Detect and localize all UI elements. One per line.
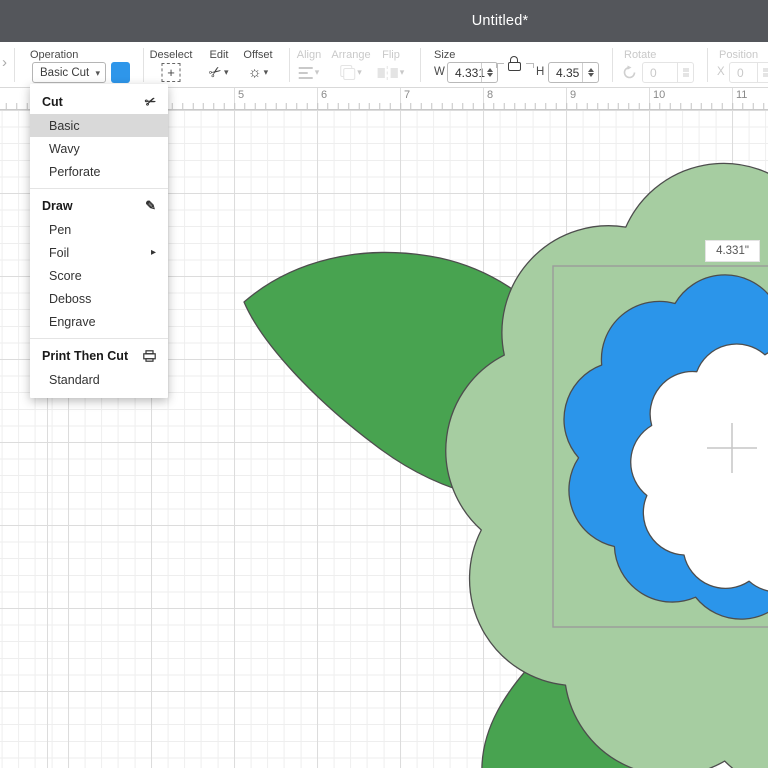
menu-item-standard[interactable]: Standard [30,368,168,391]
width-field[interactable] [447,62,498,83]
menu-item-score[interactable]: Score [30,264,168,287]
divider [707,48,708,82]
lock-bracket [526,63,534,68]
size-label: Size [434,49,455,61]
position-x-field [729,62,768,83]
chevron-down-icon: ▾ [264,67,269,78]
rotate-label: Rotate [624,49,656,61]
arrange-button: ▾ [340,62,362,83]
rotate-icon [622,65,637,80]
menu-item-perforate[interactable]: Perforate [30,160,168,183]
offset-button[interactable]: ☼ ▾ [248,62,268,83]
ruler-number: 9 [570,89,576,101]
arrange-icon [340,65,355,80]
operation-label: Operation [30,49,78,61]
operation-select[interactable]: Basic Cut ▾ [32,62,106,83]
divider [143,48,144,82]
deselect-label: Deselect [150,49,193,61]
operation-value: Basic Cut [40,67,89,79]
height-label: H [536,66,544,78]
ruler-number: 7 [404,89,410,101]
scissors-pencil-icon: ✂ [206,63,225,83]
document-title: Untitled* [472,13,529,29]
ruler-number: 6 [321,89,327,101]
align-label: Align [297,49,321,61]
flip-label: Flip [382,49,400,61]
flip-button: ▾ [378,62,405,83]
edit-toolbar: › Operation Basic Cut ▾ Deselect + Edit … [0,42,768,88]
menu-header-print-then-cut: Print Then Cut [30,343,168,368]
lock-bracket [496,63,504,68]
rotate-field [642,62,694,83]
submenu-arrow-icon: ▸ [151,247,156,258]
chevron-down-icon: ▾ [95,63,100,83]
menu-item-engrave[interactable]: Engrave [30,310,168,333]
menu-item-foil[interactable]: Foil ▸ [30,241,168,264]
menu-header-draw: Draw ✎ [30,193,168,218]
align-icon [299,67,313,79]
menu-header-cut: Cut ✂ [30,89,168,114]
pencil-icon: ✎ [145,199,156,212]
deselect-button[interactable]: + [162,62,181,83]
divider [14,48,15,82]
scissors-icon: ✂ [143,94,158,110]
divider [289,48,290,82]
flip-icon [378,66,398,80]
panel-collapse-icon[interactable]: › [2,54,7,71]
printer-icon [143,350,156,362]
position-label: Position [719,49,758,61]
size-lock[interactable] [500,56,530,82]
menu-item-basic[interactable]: Basic [30,114,168,137]
menu-item-deboss[interactable]: Deboss [30,287,168,310]
offset-sun-icon: ☼ [248,65,262,80]
edit-button[interactable]: ✂ ▾ [209,62,228,83]
position-axis-label: X [717,66,725,78]
divider [612,48,613,82]
chevron-down-icon: ▾ [315,67,320,78]
divider [420,48,421,82]
width-label: W [434,66,445,78]
menu-separator [30,338,168,339]
title-bar: Untitled* [0,0,768,42]
edit-label: Edit [210,49,229,61]
width-stepper[interactable] [481,63,497,82]
height-stepper[interactable] [582,63,598,82]
arrange-label: Arrange [331,49,370,61]
rotate-stepper [677,63,693,82]
menu-item-wavy[interactable]: Wavy [30,137,168,160]
deselect-icon: + [162,63,181,82]
menu-item-pen[interactable]: Pen [30,218,168,241]
color-swatch[interactable] [111,62,130,83]
ruler-number: 10 [653,89,665,101]
position-x-stepper [757,63,768,82]
ruler-number: 5 [238,89,244,101]
chevron-down-icon: ▾ [400,67,405,78]
ruler-number: 8 [487,89,493,101]
ruler-number: 11 [736,89,747,101]
height-field[interactable] [548,62,599,83]
menu-separator [30,188,168,189]
selection-width-badge: 4.331" [705,240,760,262]
align-button: ▾ [299,62,320,83]
offset-label: Offset [243,49,272,61]
operation-menu: Cut ✂ Basic Wavy Perforate Draw ✎ Pen Fo… [30,84,168,398]
chevron-down-icon: ▾ [357,67,362,78]
